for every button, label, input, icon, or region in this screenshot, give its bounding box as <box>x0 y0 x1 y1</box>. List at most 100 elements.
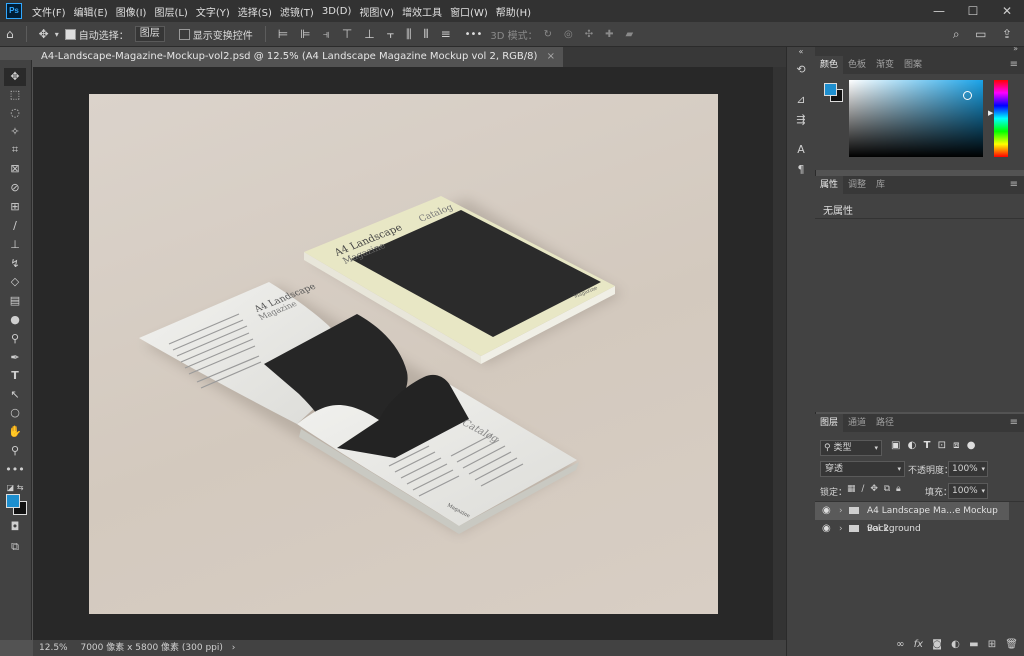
hand-tool-icon[interactable]: ✋ <box>4 423 26 441</box>
align-top-icon[interactable]: ⊤ <box>342 27 352 41</box>
tab-patterns[interactable]: 图案 <box>899 56 927 74</box>
add-mask-icon[interactable]: ◙ <box>932 639 942 650</box>
stamp-tool-icon[interactable]: ⊥ <box>4 236 26 254</box>
more-options-button[interactable]: ••• <box>465 29 483 40</box>
chevron-down-icon[interactable]: ▾ <box>55 30 59 39</box>
lock-transparent-icon[interactable]: ▦ <box>847 484 856 494</box>
distribute-h-icon[interactable]: ⫴ <box>424 27 429 42</box>
menu-file[interactable]: 文件(F) <box>28 4 70 19</box>
healing-brush-tool-icon[interactable]: ⊞ <box>4 198 26 216</box>
gradient-tool-icon[interactable]: ▤ <box>4 292 26 310</box>
menu-3d[interactable]: 3D(D) <box>318 6 356 17</box>
new-layer-icon[interactable]: ⊞ <box>988 639 996 650</box>
hue-slider-arrow-icon[interactable]: ▶ <box>988 109 993 117</box>
shape-filter-icon[interactable]: ⊡ <box>938 440 946 451</box>
3d-roll-icon[interactable]: ◎ <box>564 29 573 40</box>
pixel-filter-icon[interactable]: ▣ <box>891 440 900 451</box>
eraser-tool-icon[interactable]: ◇ <box>4 273 26 291</box>
align-bottom-icon[interactable]: ⫟ <box>387 27 394 42</box>
close-tab-icon[interactable]: × <box>547 51 555 62</box>
smart-object-filter-icon[interactable]: ⧈ <box>953 440 959 451</box>
zoom-level[interactable]: 12.5% <box>39 643 68 653</box>
new-group-icon[interactable]: ▬ <box>969 639 978 650</box>
chevron-right-icon[interactable]: › <box>839 502 843 520</box>
auto-select-target-dropdown[interactable]: 图层 <box>134 26 165 42</box>
panel-menu-icon[interactable]: ≡ <box>1010 414 1018 432</box>
maximize-button[interactable]: ☐ <box>956 0 990 22</box>
tab-paths[interactable]: 路径 <box>871 414 899 432</box>
marquee-tool-icon[interactable]: ⬚ <box>4 86 26 104</box>
menu-type[interactable]: 文字(Y) <box>192 4 234 19</box>
link-layers-icon[interactable]: ∞ <box>896 639 904 650</box>
hue-slider[interactable] <box>994 80 1008 157</box>
ellipse-tool-icon[interactable]: ○ <box>4 404 26 422</box>
opacity-field[interactable]: 100% ▾ <box>948 461 988 477</box>
dodge-tool-icon[interactable]: ⚲ <box>4 330 26 348</box>
close-window-button[interactable]: ✕ <box>990 0 1024 22</box>
history-panel-icon[interactable]: ⟲ <box>794 63 808 76</box>
chevron-right-icon[interactable]: › <box>839 520 843 538</box>
character-panel-icon[interactable]: A <box>794 143 808 156</box>
layer-row-background[interactable]: ◉ › Background <box>815 520 1009 538</box>
tab-gradients[interactable]: 渐变 <box>871 56 899 74</box>
adjustment-layer-icon[interactable]: ◐ <box>951 639 960 650</box>
blend-mode-dropdown[interactable]: 穿透 ▾ <box>820 461 905 477</box>
3d-slide-icon[interactable]: ✚ <box>605 29 613 40</box>
layer-filter-dropdown[interactable]: ⚲ 类型 ▾ <box>820 440 882 456</box>
home-icon[interactable]: ⌂ <box>6 27 14 41</box>
delete-layer-icon[interactable]: 🗑︎ <box>1005 639 1018 650</box>
color-picker-field[interactable] <box>849 80 983 157</box>
visibility-eye-icon[interactable]: ◉ <box>822 520 831 538</box>
quick-mask-icon[interactable]: ◘ <box>4 518 26 536</box>
expand-panels-icon[interactable]: » <box>1013 44 1018 53</box>
lock-artboard-icon[interactable]: ⧉ <box>884 484 890 494</box>
menu-edit[interactable]: 编辑(E) <box>70 4 112 19</box>
align-center-h-icon[interactable]: ⊫ <box>300 27 310 41</box>
status-menu-arrow[interactable]: › <box>232 643 236 653</box>
menu-plugins[interactable]: 增效工具 <box>398 4 446 19</box>
menu-image[interactable]: 图像(I) <box>112 4 151 19</box>
lock-all-icon[interactable]: 🔒︎ <box>896 484 901 494</box>
type-filter-icon[interactable]: T <box>924 440 931 451</box>
collapse-arrows-icon[interactable]: « <box>794 47 808 56</box>
align-left-icon[interactable]: ⊨ <box>278 27 288 41</box>
type-tool-icon[interactable]: T <box>4 367 26 385</box>
brush-tool-icon[interactable]: ∕ <box>4 217 26 235</box>
tab-swatches[interactable]: 色板 <box>843 56 871 74</box>
blur-tool-icon[interactable]: ● <box>4 311 26 329</box>
show-transform-checkbox[interactable] <box>178 28 190 40</box>
distribute-v-icon[interactable]: ≡ <box>441 27 451 41</box>
brush-settings-icon[interactable]: ⊿ <box>794 93 808 106</box>
frame-tool-icon[interactable]: ⊠ <box>4 160 26 178</box>
workspace-icon[interactable]: ▭ <box>975 27 986 41</box>
lock-image-icon[interactable]: ∕ <box>861 484 864 494</box>
artboard[interactable]: A4 Landscape Magazine Catalog Magazine A… <box>89 94 718 614</box>
search-icon[interactable]: ⌕ <box>953 27 960 41</box>
align-middle-v-icon[interactable]: ⊥ <box>364 27 374 41</box>
tab-adjustments[interactable]: 调整 <box>843 176 871 194</box>
adjustments-icon[interactable]: ⇶ <box>794 113 808 126</box>
3d-pan-icon[interactable]: ✣ <box>585 29 593 40</box>
tab-properties[interactable]: 属性 <box>815 176 844 194</box>
align-right-icon[interactable]: ⫣ <box>323 27 330 42</box>
menu-view[interactable]: 视图(V) <box>355 4 398 19</box>
tab-libraries[interactable]: 库 <box>871 176 890 194</box>
adjustment-filter-icon[interactable]: ◐ <box>908 440 917 451</box>
menu-help[interactable]: 帮助(H) <box>492 4 535 19</box>
layer-row-mockup-group[interactable]: ◉ › A4 Landscape Ma...e Mockup vol 2 <box>815 502 1009 534</box>
3d-scale-icon[interactable]: ▰ <box>626 29 634 40</box>
lock-position-icon[interactable]: ✥ <box>870 484 878 494</box>
panel-menu-icon[interactable]: ≡ <box>1010 56 1018 74</box>
crop-tool-icon[interactable]: ⌗ <box>4 141 26 159</box>
move-tool-icon[interactable]: ✥ <box>39 27 49 41</box>
menu-filter[interactable]: 滤镜(T) <box>276 4 318 19</box>
vertical-scrollbar[interactable] <box>773 67 786 640</box>
visibility-eye-icon[interactable]: ◉ <box>822 502 831 520</box>
menu-layer[interactable]: 图层(L) <box>150 4 191 19</box>
distribute-icon[interactable]: ⫼ <box>406 27 412 42</box>
pen-tool-icon[interactable]: ✒ <box>4 349 26 367</box>
eyedropper-tool-icon[interactable]: ⊘ <box>4 179 26 197</box>
panel-menu-icon[interactable]: ≡ <box>1010 176 1018 194</box>
magic-wand-tool-icon[interactable]: ✧ <box>4 123 26 141</box>
paragraph-panel-icon[interactable]: ¶ <box>794 163 808 176</box>
